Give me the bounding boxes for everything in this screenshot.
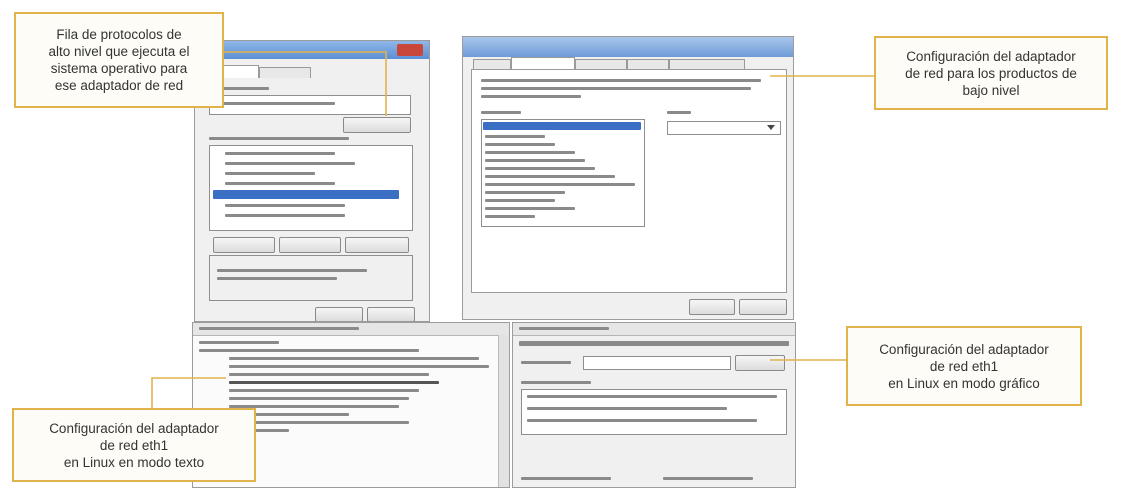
- callout-line: de red eth1: [99, 437, 169, 453]
- callout-line: sistema operativo para: [50, 61, 188, 76]
- callout-line: alto nivel que ejecuta el: [48, 44, 190, 59]
- connector-protocols: [222, 51, 387, 116]
- callout-line: Configuración del adaptador: [906, 48, 1076, 64]
- callout-line: Configuración del adaptador: [879, 341, 1049, 357]
- callout-line: en Linux en modo texto: [63, 454, 205, 470]
- callout-line: de red para los productos de: [905, 65, 1077, 81]
- callout-line: Fila de protocolos de: [56, 27, 182, 42]
- callout-line: Configuración del adaptador: [49, 420, 219, 436]
- callout-linux-gui: Configuración del adaptador de red eth1 …: [846, 326, 1082, 406]
- callout-line: ese adaptador de red: [54, 78, 184, 93]
- callout-line: bajo nivel: [962, 82, 1020, 98]
- callout-line: de red eth1: [929, 358, 999, 374]
- callout-line: en Linux en modo gráfico: [888, 375, 1040, 391]
- callout-protocols: Fila de protocolos de alto nivel que eje…: [14, 12, 224, 108]
- callout-linux-text: Configuración del adaptador de red eth1 …: [12, 408, 256, 482]
- callout-adapter-low-level: Configuración del adaptador de red para …: [874, 36, 1108, 110]
